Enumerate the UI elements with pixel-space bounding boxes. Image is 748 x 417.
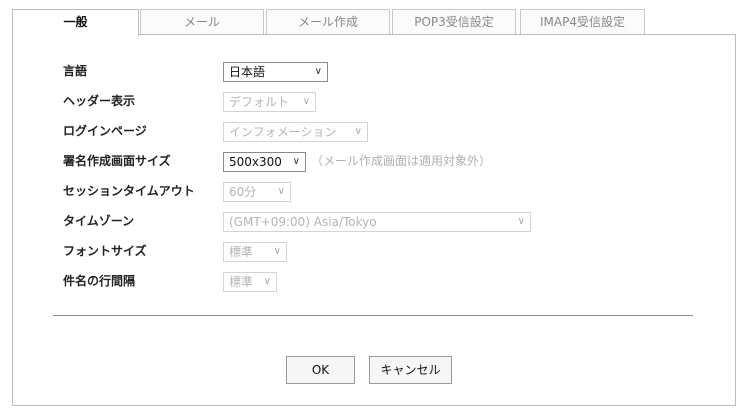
cancel-button[interactable]: キャンセル <box>369 356 452 384</box>
login-page-label: ログインページ <box>63 124 147 138</box>
settings-panel: 言語 日本語 ∨ ヘッダー表示 デフォルト ∨ ログインページ インフォメーショ… <box>12 34 736 406</box>
header-display-value: デフォルト <box>229 95 290 109</box>
divider <box>53 315 693 316</box>
tab-pop3-settings[interactable]: POP3受信設定 <box>392 9 516 34</box>
font-size-value: 標準 <box>229 245 254 259</box>
session-timeout-value: 60分 <box>229 185 257 199</box>
signature-size-value: 500x300 <box>229 155 282 169</box>
session-timeout-label: セッションタイムアウト <box>63 184 195 198</box>
subject-line-spacing-label: 件名の行間隔 <box>63 274 136 288</box>
chevron-down-icon: ∨ <box>263 276 271 287</box>
timezone-value: (GMT+09:00) Asia/Tokyo <box>229 215 377 229</box>
login-page-select: インフォメーション ∨ <box>223 122 368 142</box>
ok-button[interactable]: OK <box>286 356 355 384</box>
chevron-down-icon: ∨ <box>302 96 310 107</box>
chevron-down-icon: ∨ <box>292 156 300 167</box>
session-timeout-select: 60分 ∨ <box>223 182 291 202</box>
chevron-down-icon: ∨ <box>517 216 525 227</box>
subject-line-spacing-select: 標準 ∨ <box>223 272 277 292</box>
tab-general[interactable]: 一般 <box>12 9 139 36</box>
language-value: 日本語 <box>229 65 266 79</box>
tab-mail[interactable]: メール <box>140 9 264 34</box>
font-size-select: 標準 ∨ <box>223 242 287 262</box>
chevron-down-icon: ∨ <box>354 126 362 137</box>
header-display-select: デフォルト ∨ <box>223 92 316 112</box>
signature-size-select[interactable]: 500x300 ∨ <box>223 152 306 172</box>
signature-size-label: 署名作成画面サイズ <box>63 154 171 168</box>
settings-tab-bar: 一般 メール メール作成 POP3受信設定 IMAP4受信設定 <box>12 9 736 36</box>
language-label: 言語 <box>63 64 88 78</box>
font-size-label: フォントサイズ <box>63 244 147 258</box>
subject-line-spacing-value: 標準 <box>229 275 254 289</box>
timezone-label: タイムゾーン <box>63 214 135 228</box>
chevron-down-icon: ∨ <box>314 66 322 77</box>
tab-mail-compose[interactable]: メール作成 <box>266 9 390 34</box>
signature-size-note: （メール作成画面は適用対象外） <box>311 154 492 168</box>
header-display-label: ヘッダー表示 <box>63 94 136 108</box>
login-page-value: インフォメーション <box>229 125 337 139</box>
language-select[interactable]: 日本語 ∨ <box>223 62 328 82</box>
chevron-down-icon: ∨ <box>273 246 281 257</box>
tab-imap4-settings[interactable]: IMAP4受信設定 <box>520 9 645 34</box>
timezone-select: (GMT+09:00) Asia/Tokyo ∨ <box>223 212 531 232</box>
chevron-down-icon: ∨ <box>277 186 285 197</box>
